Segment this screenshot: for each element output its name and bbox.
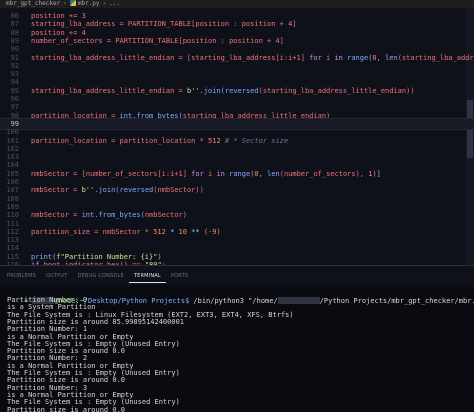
panel-tab-bar: PROBLEMS OUTPUT DEBUG CONSOLE TERMINAL PORTS <box>0 265 474 285</box>
breadcrumb: mbr_gpt_checker › mbr.py ›... <box>0 0 474 8</box>
code-editor[interactable]: 86 position += 3 87 starting_lba_address = … <box>0 8 474 265</box>
tab-terminal[interactable]: TERMINAL <box>128 270 166 283</box>
terminal-output-line: Partition size is around 0.0 <box>7 405 126 412</box>
breadcrumb-file[interactable]: mbr.py <box>78 0 100 7</box>
chevron-right-icon: › <box>63 0 67 7</box>
terminal-panel[interactable]: ➜ @node:~/Desktop/Python Projects$ /bin/… <box>0 285 474 412</box>
tab-output[interactable]: OUTPUT <box>41 266 73 286</box>
tab-debug-console[interactable]: DEBUG CONSOLE <box>72 266 128 286</box>
tab-ports[interactable]: PORTS <box>166 266 193 286</box>
breadcrumb-more[interactable]: ... <box>109 0 120 7</box>
tab-problems[interactable]: PROBLEMS <box>0 266 41 286</box>
breadcrumb-folder[interactable]: mbr_gpt_checker <box>6 0 60 7</box>
python-file-icon <box>69 0 76 6</box>
chevron-right-icon: › <box>102 0 107 7</box>
